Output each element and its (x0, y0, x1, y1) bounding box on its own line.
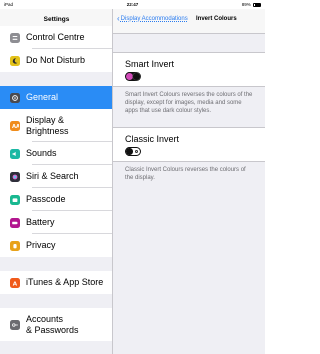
sidebar-item-accounts-passwords[interactable]: Accounts & Passwords (0, 308, 112, 341)
smart-invert-label: Smart Invert (125, 59, 175, 69)
display-icon: AA (10, 120, 20, 131)
sidebar-item-do-not-disturb[interactable]: Do Not Disturb (0, 49, 112, 72)
settings-sidebar[interactable]: Settings Control Centre Do Not Disturb G… (0, 9, 113, 354)
toggle-off-indicator (135, 150, 138, 154)
classic-invert-toggle[interactable] (125, 147, 141, 156)
key-icon (10, 319, 20, 330)
smart-invert-toggle[interactable] (125, 72, 141, 81)
sidebar-item-label: Sounds (26, 148, 57, 158)
back-button[interactable]: ‹ Display Accommodations (117, 14, 188, 23)
app-store-icon: A (10, 277, 20, 288)
smart-invert-row: Smart Invert (113, 52, 265, 87)
battery-icon (10, 217, 20, 228)
sidebar-item-privacy[interactable]: Privacy (0, 234, 112, 257)
gear-icon (10, 92, 20, 103)
sidebar-item-label: Display & Brightness (26, 114, 69, 136)
status-bar: iPad 22:47 89% (0, 0, 265, 9)
sidebar-item-sounds[interactable]: Sounds (0, 142, 112, 165)
sidebar-item-label: Passcode (26, 194, 66, 204)
sidebar-item-display-brightness[interactable]: AA Display & Brightness (0, 109, 112, 142)
page-title: Invert Colours (196, 16, 237, 22)
classic-invert-row: Classic Invert (113, 127, 265, 162)
chevron-left-icon: ‹ (117, 14, 120, 23)
svg-text:A: A (13, 281, 18, 287)
sidebar-title: Settings (43, 16, 70, 23)
sidebar-item-label: iTunes & App Store (26, 277, 104, 287)
sidebar-item-label: Privacy (26, 240, 56, 250)
sidebar-group-1: Control Centre Do Not Disturb (0, 26, 112, 72)
svg-text:AA: AA (12, 124, 19, 130)
hand-icon (10, 240, 20, 251)
sidebar-item-label: Accounts & Passwords (26, 313, 79, 335)
passcode-icon (10, 194, 20, 205)
sidebar-item-label: Battery (26, 217, 55, 227)
sidebar-group-2: General AA Display & Brightness Sounds S… (0, 86, 112, 257)
sidebar-item-battery[interactable]: Battery (0, 211, 112, 234)
smart-invert-note: Smart Invert Colours reverses the colour… (125, 92, 253, 114)
sidebar-item-label: General (26, 92, 59, 102)
toggle-knob (126, 148, 133, 155)
sidebar-item-general[interactable]: General (0, 86, 112, 109)
detail-pane: ‹ Display Accommodations Invert Colours … (113, 9, 265, 354)
classic-invert-label: Classic Invert (125, 134, 180, 144)
battery-icon (253, 2, 261, 7)
sidebar-item-label: Control Centre (26, 32, 85, 42)
siri-icon (10, 171, 20, 182)
detail-nav-bar: ‹ Display Accommodations Invert Colours (113, 9, 265, 34)
sidebar-item-itunes-app-store[interactable]: A iTunes & App Store (0, 271, 112, 294)
sidebar-group-3: A iTunes & App Store (0, 271, 112, 294)
sidebar-group-4: Accounts & Passwords (0, 308, 112, 341)
battery-status: 89% (242, 0, 261, 9)
back-label: Display Accommodations (120, 16, 188, 22)
sidebar-item-control-centre[interactable]: Control Centre (0, 26, 112, 49)
sidebar-item-passcode[interactable]: Passcode (0, 188, 112, 211)
battery-percent: 89% (241, 2, 251, 7)
moon-icon (10, 55, 20, 66)
sidebar-item-siri-search[interactable]: Siri & Search (0, 165, 112, 188)
control-centre-icon (10, 32, 20, 43)
clock: 22:47 (126, 2, 139, 7)
sidebar-item-label: Do Not Disturb (26, 55, 86, 65)
sidebar-item-label: Siri & Search (26, 171, 79, 181)
speaker-icon (10, 148, 20, 159)
classic-invert-note: Classic Invert Colours reverses the colo… (125, 167, 246, 181)
